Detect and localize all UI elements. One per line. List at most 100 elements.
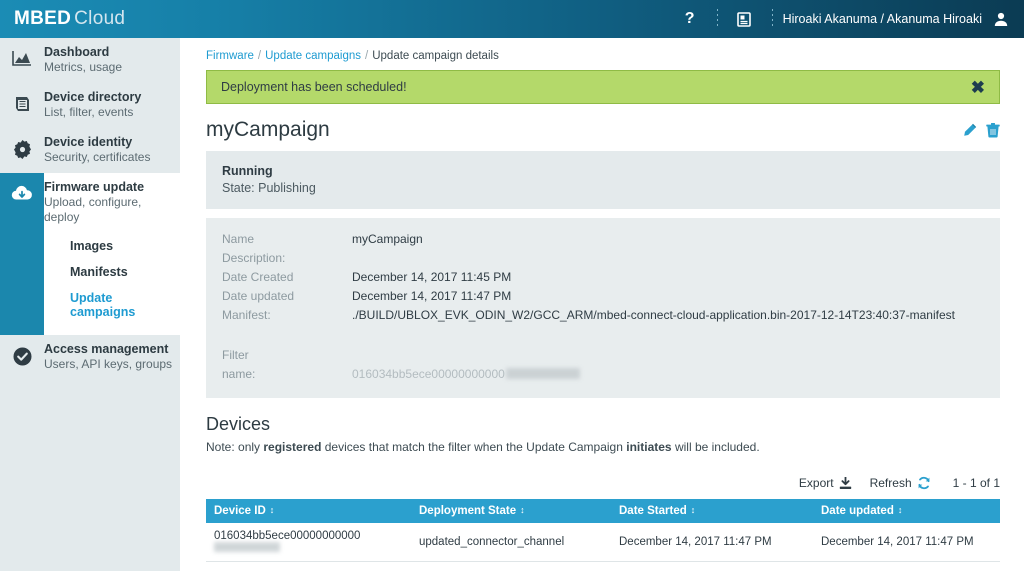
devices-table-head: Device ID ↕ Deployment State ↕ Date Starte… [206,499,1000,523]
column-label-date-updated: Date updated [821,505,894,517]
trash-delete-icon[interactable] [986,122,1000,138]
download-icon [839,476,852,490]
sidebar-item-access-management[interactable]: Access management Users, API keys, group… [0,335,180,380]
sidebar-subtitle-access-management: Users, API keys, groups [44,357,173,371]
app-logo[interactable]: MBED Cloud [0,8,125,30]
breadcrumb: Firmware / Update campaigns / Update campaig… [206,50,1000,70]
cell-date-updated: December 14, 2017 11:47 PM [813,523,1000,562]
sidebar: Dashboard Metrics, usage Device director… [0,38,180,571]
sidebar-title-firmware-update: Firmware update [44,180,145,194]
sidebar-item-dashboard[interactable]: Dashboard Metrics, usage [0,38,180,83]
sidebar-subitem-manifests[interactable]: Manifests [44,259,180,285]
breadcrumb-separator-2: / [365,50,369,62]
devices-section-title: Devices [206,414,271,434]
main-content: Firmware / Update campaigns / Update campaig… [180,38,1024,571]
sort-icon-date-updated[interactable]: ↕ [898,506,903,515]
breadcrumb-separator-1: / [257,50,262,62]
detail-row-date-created: Date Created December 14, 2017 11:45 PM [222,268,984,287]
filter-section-label: Filter [222,348,249,362]
devices-table: Device ID ↕ Deployment State ↕ Date Starte… [206,499,1000,562]
sidebar-item-firmware-update[interactable]: Firmware update Upload, configure, deplo… [0,173,180,335]
top-header-actions: ? Hiroaki Akanuma / Akanuma Hiroaki [673,9,1024,29]
sidebar-subitem-update-campaigns[interactable]: Update campaigns [44,285,180,325]
filter-value-text: 016034bb5ece00000000000 [352,367,505,381]
sidebar-subitem-images[interactable]: Images [44,233,180,259]
column-label-date-started: Date Started [619,505,687,517]
column-header-date-updated[interactable]: Date updated ↕ [813,499,1000,523]
detail-row-description: Description: [222,249,984,268]
user-avatar-icon[interactable] [990,11,1012,27]
column-header-date-started[interactable]: Date Started ↕ [611,499,813,523]
sort-icon-device-id[interactable]: ↕ [270,506,275,515]
sidebar-text-firmware-update: Firmware update Upload, configure, deplo… [44,173,180,233]
sidebar-text-dashboard: Dashboard Metrics, usage [44,38,128,83]
sidebar-text-device-identity: Device identity Security, certificates [44,128,156,173]
sidebar-subtitle-device-directory: List, filter, events [44,105,134,119]
sidebar-text-access-management: Access management Users, API keys, group… [44,335,178,380]
refresh-button[interactable]: Refresh [870,476,931,490]
detail-key-date-created: Date Created [222,270,294,284]
export-label: Export [798,476,834,490]
sidebar-subtitle-dashboard: Metrics, usage [44,60,123,74]
refresh-icon [917,476,931,490]
pagination-count: 1 - 1 of 1 [952,476,1000,490]
note-bold-initiates: initiates [626,440,672,454]
book-icon [0,83,44,120]
detail-row-name: Name myCampaign [222,230,984,249]
sidebar-item-device-directory[interactable]: Device directory List, filter, events [0,83,180,128]
table-row[interactable]: 016034bb5ece00000000000 updated_connecto… [206,523,1000,562]
user-name-label[interactable]: Hiroaki Akanuma / Akanuma Hiroaki [783,12,990,26]
filter-row-name: name: 016034bb5ece00000000000 [222,365,984,384]
cell-device-id-text: 016034bb5ece00000000000 [214,530,361,542]
sort-icon-date-started[interactable]: ↕ [691,506,696,515]
cloud-download-icon [0,173,44,335]
column-header-deployment-state[interactable]: Deployment State ↕ [411,499,611,523]
sidebar-text-device-directory: Device directory List, filter, events [44,83,147,128]
pencil-edit-icon[interactable] [962,123,977,138]
header-divider-2 [771,9,773,29]
devices-table-body: 016034bb5ece00000000000 updated_connecto… [206,523,1000,562]
redacted-block-cell [214,542,280,552]
detail-row-date-updated: Date updated December 14, 2017 11:47 PM [222,287,984,306]
status-title: Running [222,164,273,178]
success-alert-banner: Deployment has been scheduled! ✖ [206,70,1000,104]
column-label-device-id: Device ID [214,505,266,517]
detail-key-date-updated: Date updated [222,289,295,303]
gear-star-icon [0,128,44,165]
documentation-icon[interactable] [728,11,762,28]
detail-value-date-created: December 14, 2017 11:45 PM [352,270,512,284]
note-middle: devices that match the filter when the U… [321,440,627,454]
page-action-buttons [962,122,1000,138]
column-header-device-id[interactable]: Device ID ↕ [206,499,411,523]
sidebar-item-device-identity[interactable]: Device identity Security, certificates [0,128,180,173]
sidebar-title-dashboard: Dashboard [44,45,110,59]
sidebar-subtitle-device-identity: Security, certificates [44,150,151,164]
firmware-subnav: Images Manifests Update campaigns [44,233,180,335]
detail-key-name: Name [222,232,255,246]
table-toolbar: Export Refresh 1 - 1 of 1 [206,476,1000,490]
breadcrumb-current: Update campaign details [372,50,499,62]
devices-table-header-row: Device ID ↕ Deployment State ↕ Date Starte… [206,499,1000,523]
sort-icon-deployment-state[interactable]: ↕ [520,506,525,515]
close-icon[interactable]: ✖ [971,79,985,96]
cell-deployment-state: updated_connector_channel [411,523,611,562]
sidebar-title-device-directory: Device directory [44,90,142,104]
detail-row-manifest: Manifest: ./BUILD/UBLOX_EVK_ODIN_W2/GCC_… [222,306,984,325]
breadcrumb-link-firmware[interactable]: Firmware [206,50,254,62]
sidebar-title-device-identity: Device identity [44,135,133,149]
alert-message: Deployment has been scheduled! [221,80,407,94]
filter-key-name: name: [222,367,256,381]
cell-date-started: December 14, 2017 11:47 PM [611,523,813,562]
breadcrumb-link-update-campaigns[interactable]: Update campaigns [265,50,361,62]
chart-icon [0,38,44,75]
logo-bold-text: MBED [14,8,72,29]
column-label-deployment-state: Deployment State [419,505,517,517]
sidebar-subtitle-firmware-update: Upload, configure, deploy [44,195,142,224]
export-button[interactable]: Export [799,476,852,490]
detail-value-date-updated: December 14, 2017 11:47 PM [352,289,512,303]
status-subtitle: State: Publishing [222,181,316,195]
note-bold-registered: registered [263,440,322,454]
question-mark-icon[interactable]: ? [673,10,707,28]
logo-light-text: Cloud [74,8,126,29]
header-divider [716,9,718,29]
